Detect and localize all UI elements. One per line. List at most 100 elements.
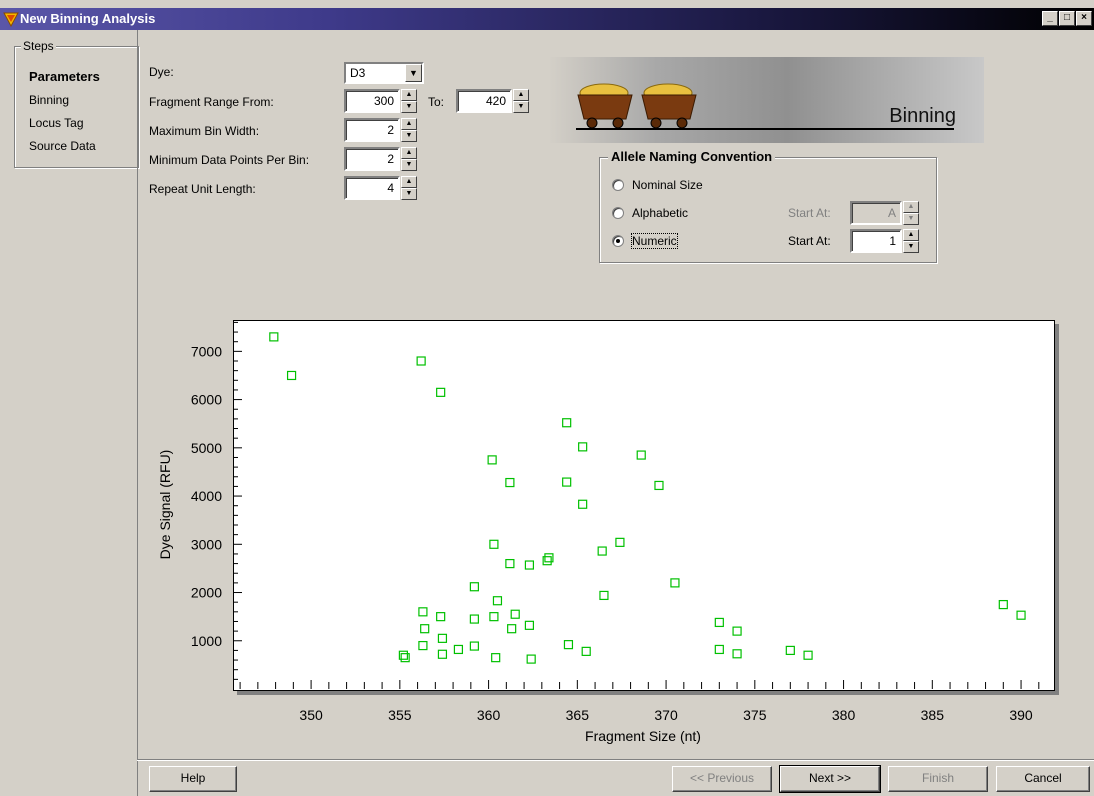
max-bin-width-stepper[interactable]: ▲ ▼ (401, 118, 417, 142)
step-parameters[interactable]: Parameters (29, 69, 100, 84)
data-point (714, 644, 724, 655)
data-point (487, 455, 497, 465)
radio-nominal-size[interactable] (612, 179, 624, 191)
rail-line (576, 128, 954, 130)
app-icon (3, 11, 19, 30)
sidebar-divider (137, 30, 138, 796)
x-tick-label: 365 (566, 707, 590, 723)
dye-select[interactable]: D3 ▼ (344, 62, 424, 84)
range-to-stepper[interactable]: ▲ ▼ (513, 89, 529, 113)
range-from-stepper[interactable]: ▲ ▼ (401, 89, 417, 113)
data-point (418, 640, 428, 651)
data-point (636, 450, 646, 460)
y-tick-label: 4000 (191, 488, 222, 504)
data-point (803, 650, 813, 660)
min-points-label: Minimum Data Points Per Bin: (149, 153, 310, 167)
radio-alphabetic[interactable] (612, 207, 624, 219)
y-tick-label: 3000 (191, 536, 222, 552)
range-from-field[interactable]: 300 (344, 89, 400, 113)
chart-axes: 350 355 360 365 370 375 380 385 390 1000 2000 3000 4… (157, 321, 1040, 744)
x-axis-label: Fragment Size (nt) (585, 728, 701, 744)
maximize-button[interactable]: □ (1059, 11, 1075, 26)
close-button[interactable]: × (1076, 11, 1092, 26)
cancel-button[interactable]: Cancel (996, 766, 1090, 792)
banner-title: Binning (889, 105, 956, 127)
step-locus-tag[interactable]: Locus Tag (29, 116, 84, 130)
steps-panel: Steps Parameters Binning Locus Tag Sourc… (14, 39, 139, 168)
alphabetic-label: Alphabetic (632, 206, 689, 220)
y-tick-label: 1000 (191, 633, 222, 649)
next-button[interactable]: Next >> (779, 765, 881, 793)
x-tick-label: 385 (921, 707, 945, 723)
data-point (732, 649, 742, 659)
allele-legend: Allele Naming Convention (608, 149, 776, 164)
nominal-size-label: Nominal Size (632, 178, 703, 192)
range-from-label: Fragment Range From: (149, 95, 274, 109)
data-point (453, 644, 464, 655)
data-point (670, 578, 680, 588)
x-tick-label: 375 (743, 707, 767, 723)
max-bin-width-label: Maximum Bin Width: (149, 124, 260, 138)
mine-carts-icon (577, 83, 697, 129)
allele-naming-group: Allele Naming Convention Nominal Size Al… (599, 149, 937, 263)
data-point (286, 370, 297, 381)
data-point (437, 633, 448, 643)
y-tick-label: 2000 (191, 585, 222, 601)
data-point (578, 499, 588, 509)
data-point (469, 641, 479, 651)
x-tick-label: 390 (1009, 707, 1033, 723)
range-to-label: To: (428, 95, 445, 109)
finish-button[interactable]: Finish (888, 766, 988, 792)
y-axis-label: Dye Signal (RFU) (157, 450, 173, 560)
data-point (489, 612, 499, 622)
previous-button[interactable]: << Previous (672, 766, 772, 792)
binning-banner: Binning (548, 57, 984, 143)
data-point (562, 418, 572, 428)
data-point (615, 537, 625, 547)
data-point (420, 624, 430, 634)
data-point (505, 477, 515, 488)
data-point (524, 560, 535, 570)
title-bar: New Binning Analysis _ □ × (0, 8, 1094, 30)
alpha-start-stepper[interactable]: ▲ ▼ (903, 201, 919, 225)
data-point (563, 640, 574, 650)
minimize-button[interactable]: _ (1042, 11, 1058, 26)
radio-numeric[interactable] (612, 235, 624, 247)
max-bin-width-field[interactable]: 2 (344, 118, 400, 142)
data-point (524, 620, 535, 630)
x-tick-label: 350 (299, 707, 323, 723)
data-point (469, 582, 479, 592)
footer-divider (137, 759, 1094, 760)
y-tick-label: 7000 (191, 343, 222, 359)
data-point (562, 477, 572, 487)
steps-legend: Steps (21, 39, 56, 53)
window-title: New Binning Analysis (20, 11, 156, 26)
data-point (418, 607, 428, 617)
data-point (436, 612, 446, 622)
data-point (526, 654, 536, 664)
chevron-down-icon[interactable]: ▼ (405, 64, 422, 82)
data-point (491, 653, 501, 663)
data-point (489, 539, 499, 549)
step-binning[interactable]: Binning (29, 93, 69, 107)
range-to-field[interactable]: 420 (456, 89, 512, 113)
x-tick-label: 380 (832, 707, 856, 723)
help-button[interactable]: Help (149, 766, 237, 792)
min-points-field[interactable]: 2 (344, 147, 400, 171)
data-point (510, 609, 520, 619)
step-source-data[interactable]: Source Data (29, 139, 96, 153)
repeat-unit-stepper[interactable]: ▲ ▼ (401, 176, 417, 200)
num-start-stepper[interactable]: ▲ ▼ (903, 229, 919, 253)
x-tick-label: 360 (477, 707, 501, 723)
data-point (998, 599, 1008, 610)
min-points-stepper[interactable]: ▲ ▼ (401, 147, 417, 171)
data-point (732, 626, 742, 636)
num-start-label: Start At: (788, 234, 831, 248)
num-start-field[interactable]: 1 (850, 229, 902, 253)
data-point (269, 332, 279, 342)
alpha-start-field[interactable]: A (850, 201, 902, 225)
repeat-unit-field[interactable]: 4 (344, 176, 400, 200)
x-tick-label: 370 (654, 707, 678, 723)
x-tick-label: 355 (388, 707, 412, 723)
dye-label: Dye: (149, 65, 174, 79)
